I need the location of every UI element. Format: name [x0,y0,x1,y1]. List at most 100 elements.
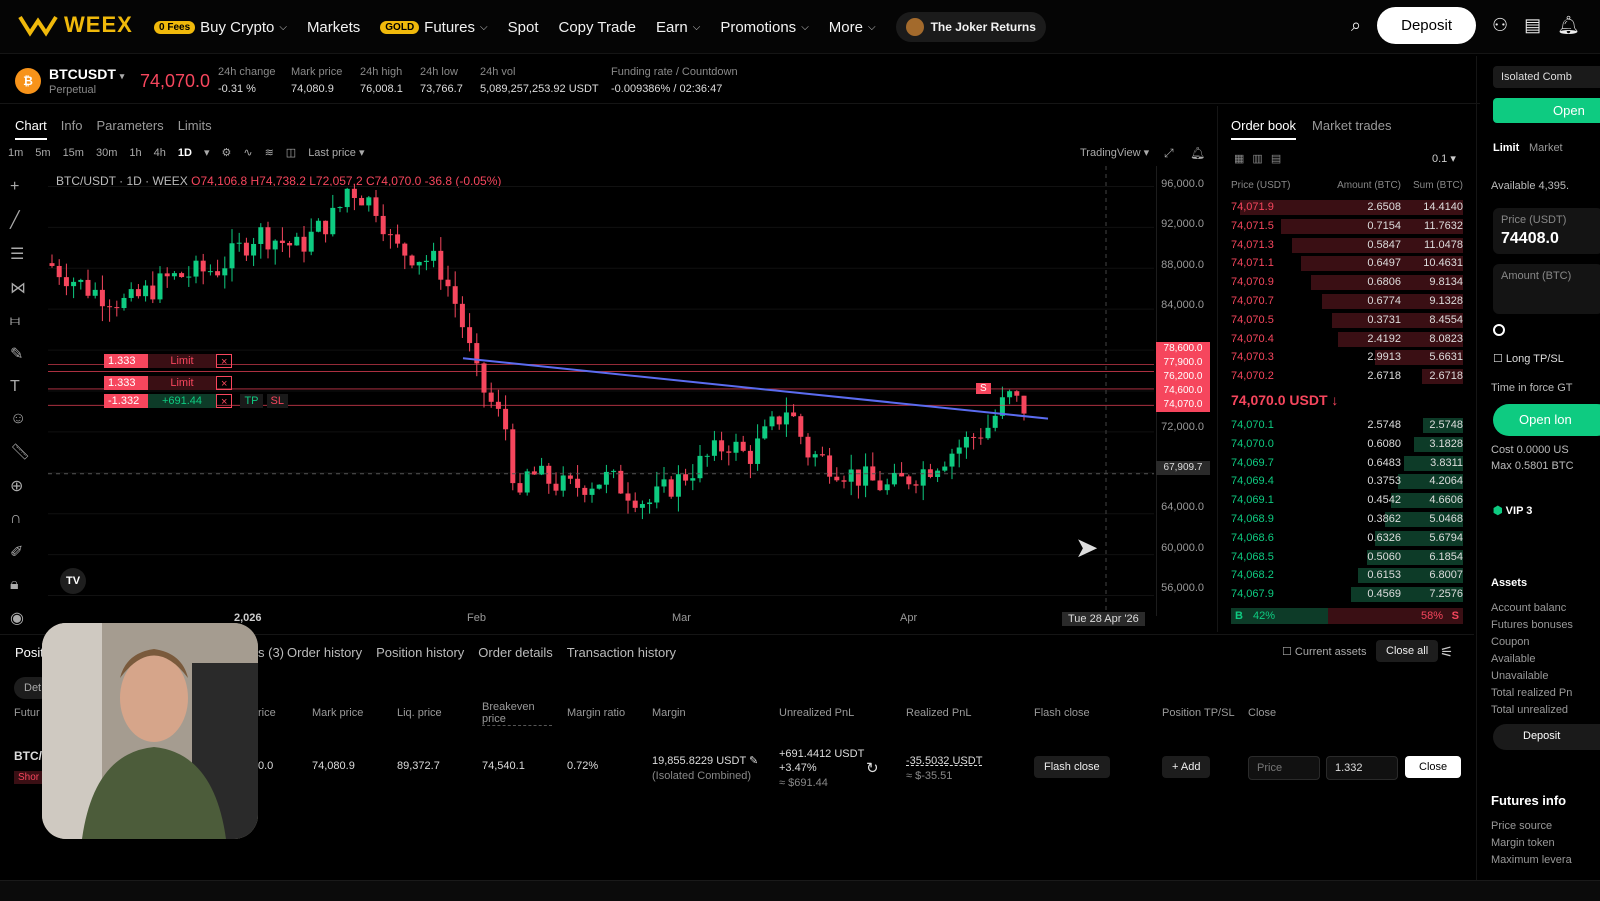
fullscreen-icon[interactable]: ⤢ [1164,146,1174,161]
nav-futures[interactable]: GOLD Futures ⌵ [380,19,488,36]
tab-order-details[interactable]: Order details [478,645,552,660]
ask-row[interactable]: 74,070.2 2.6718 2.6718 [1231,368,1463,385]
weex-logo[interactable]: WEEX [18,12,133,38]
edit-icon[interactable]: ✎ [749,755,758,767]
view-bids-icon[interactable]: ▤ [1271,152,1281,165]
share-refresh-icon[interactable]: ↻ [866,759,879,777]
indicators-icon[interactable]: ∿ [243,146,252,159]
pen-lock-icon[interactable]: ✐ [10,542,30,562]
filter-settings-icon[interactable]: ⚟ [1440,643,1453,661]
open-tab[interactable]: Open [1493,98,1600,123]
bid-row[interactable]: 74,068.9 0.3862 5.0468 [1231,511,1463,528]
crosshair-icon[interactable]: + [10,178,30,196]
info-item[interactable]: Futures bonuses [1491,617,1573,634]
bid-row[interactable]: 74,070.0 0.6080 3.1828 [1231,436,1463,453]
ask-row[interactable]: 74,071.3 0.5847 11.0478 [1231,237,1463,254]
sl-button[interactable]: SL [266,394,288,408]
tradingview-logo-icon[interactable]: TV [60,568,86,594]
bid-row[interactable]: 74,068.5 0.5060 6.1854 [1231,549,1463,566]
amount-slider-handle[interactable] [1493,324,1505,336]
position-symbol[interactable]: BTC/ [14,749,42,763]
ask-row[interactable]: 74,070.7 0.6774 9.1328 [1231,293,1463,310]
bid-row[interactable]: 74,070.1 2.5748 2.5748 [1231,417,1463,434]
close-icon[interactable]: × [216,354,233,368]
bell-icon[interactable]: 🔔︎ [1557,15,1580,36]
tf-5m[interactable]: 5m [35,147,50,159]
lock-icon[interactable]: 🔒︎ [10,576,30,594]
trendline-icon[interactable]: ╱ [10,210,30,230]
tab-transaction-history[interactable]: Transaction history [567,645,676,660]
panel-deposit-button[interactable]: Deposit [1493,724,1600,750]
tab-open-orders[interactable]: s (3) [258,645,284,660]
view-asks-icon[interactable]: ▥ [1252,152,1262,165]
bid-row[interactable]: 74,069.7 0.6483 3.8311 [1231,455,1463,472]
nav-more[interactable]: More ⌵ [829,19,876,36]
tab-market-trades[interactable]: Market trades [1312,118,1391,140]
fib-icon[interactable]: ⧦ [10,312,30,330]
ask-row[interactable]: 74,071.1 0.6497 10.4631 [1231,255,1463,272]
templates-icon[interactable]: ≋ [265,146,274,159]
nav-promotions[interactable]: Promotions ⌵ [720,19,808,36]
tp-button[interactable]: TP [240,394,263,408]
alert-bell-icon[interactable]: 🔔︎ [1190,146,1205,160]
bid-row[interactable]: 74,069.1 0.4542 4.6606 [1231,492,1463,509]
tab-order-history[interactable]: Order history [287,645,362,660]
camera-icon[interactable]: ◫ [286,146,296,159]
search-icon[interactable]: ⌕ [1351,15,1361,36]
provider-select[interactable]: TradingView ▾ [1080,146,1149,159]
nav-earn[interactable]: Earn ⌵ [656,19,700,36]
order-line-limit[interactable]: 1.333 Limit × [104,354,233,368]
precision-select[interactable]: 0.1 ▾ [1432,152,1456,165]
vip-badge[interactable]: ⬢ VIP 3 [1493,504,1532,517]
close-icon[interactable]: × [216,394,233,408]
close-qty-input[interactable]: 1.332 [1326,756,1398,780]
nav-buy-crypto[interactable]: 0 Fees Buy Crypto ⌵ [154,19,287,36]
ask-row[interactable]: 74,071.5 0.7154 11.7632 [1231,218,1463,235]
ask-row[interactable]: 74,070.3 2.9913 5.6631 [1231,349,1463,366]
nav-markets[interactable]: Markets [307,19,360,36]
add-tpsl-button[interactable]: + Add [1162,756,1211,778]
brush-icon[interactable]: ✎ [10,344,30,364]
user-icon[interactable]: ⚇ [1492,15,1508,36]
position-line[interactable]: -1.332 +691.44 × TP SL [104,394,288,408]
close-price-input[interactable]: Price [1248,756,1320,780]
info-item[interactable]: Unavailable [1491,668,1573,685]
caret-down-icon[interactable]: ▾ [204,146,210,159]
text-icon[interactable]: T [10,378,30,396]
info-item[interactable]: Total unrealized [1491,702,1573,719]
info-item[interactable]: Coupon [1491,634,1573,651]
nav-spot[interactable]: Spot [508,19,539,36]
tf-4h[interactable]: 4h [154,147,166,159]
amount-input[interactable]: Amount (BTC) [1493,264,1600,314]
deposit-button[interactable]: Deposit [1377,7,1476,44]
symbol-selector[interactable]: BTCUSDT ▾ [49,66,124,82]
info-item[interactable]: Total realized Pn [1491,685,1573,702]
settings-icon[interactable]: ⚙ [221,146,231,159]
price-type-select[interactable]: Last price ▾ [308,146,364,159]
joker-promo-pill[interactable]: The Joker Returns [895,12,1046,42]
ask-row[interactable]: 74,070.9 0.6806 9.8134 [1231,274,1463,291]
info-item[interactable]: Available [1491,651,1573,668]
info-item[interactable]: Account balanc [1491,600,1573,617]
tf-1h[interactable]: 1h [129,147,141,159]
tf-15m[interactable]: 15m [63,147,84,159]
info-item[interactable]: Maximum levera [1491,852,1572,869]
info-item[interactable]: Margin token [1491,835,1572,852]
ruler-icon[interactable]: 📏︎ [10,442,30,462]
margin-mode-select[interactable]: Isolated Comb [1493,66,1600,88]
magnet-icon[interactable]: ∩ [10,510,30,528]
close-icon[interactable]: × [216,376,233,390]
tab-position-history[interactable]: Position history [376,645,464,660]
price-input[interactable]: Price (USDT) 74408.0 [1493,208,1600,254]
bid-row[interactable]: 74,068.2 0.6153 6.8007 [1231,567,1463,584]
ask-row[interactable]: 74,071.9 2.6508 14.4140 [1231,199,1463,216]
nav-copy-trade[interactable]: Copy Trade [558,19,636,36]
sell-marker[interactable]: S [976,383,991,394]
tpsl-checkbox[interactable]: ☐ Long TP/SL [1493,352,1564,365]
tab-info[interactable]: Info [61,118,83,140]
bid-row[interactable]: 74,067.9 0.4569 7.2576 [1231,586,1463,603]
tab-order-book[interactable]: Order book [1231,118,1297,140]
bid-row[interactable]: 74,068.6 0.6326 5.6794 [1231,530,1463,547]
zoom-icon[interactable]: ⊕ [10,476,30,496]
tf-30m[interactable]: 30m [96,147,117,159]
